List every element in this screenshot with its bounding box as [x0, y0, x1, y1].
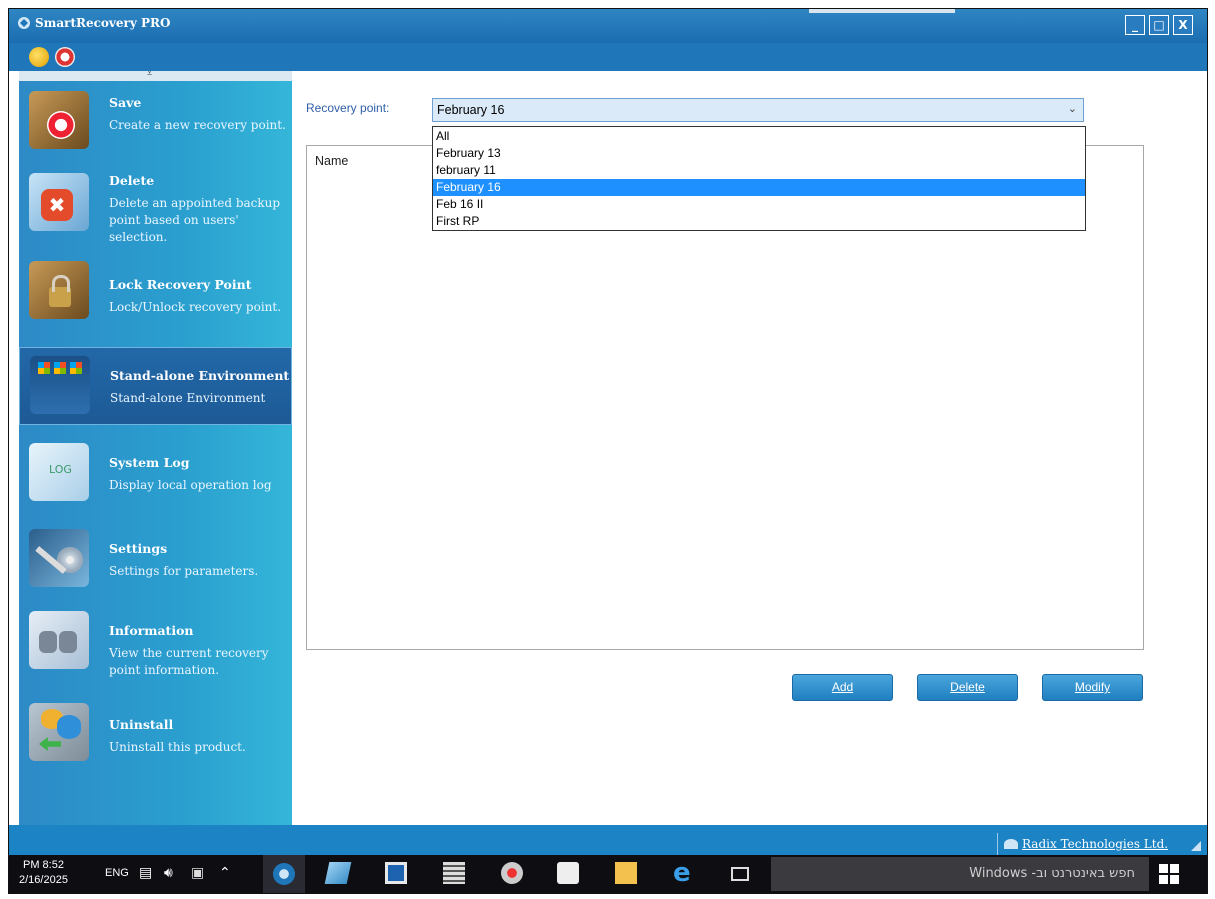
sidebar-item-desc: View the current recovery point informat…: [109, 646, 269, 677]
sidebar-item-desc: Lock/Unlock recovery point.: [109, 300, 282, 314]
app-logo-icon: [18, 17, 30, 29]
taskbar: PM 8:52 2/16/2025 ENG ▤ 🔊︎ ▣ ⌃ e חפש באי…: [9, 855, 1207, 893]
splitter-arrow-icon: ⩡: [147, 69, 153, 79]
radix-logo-icon: [1004, 838, 1018, 849]
dropdown-option-february-11[interactable]: february 11: [433, 162, 1085, 179]
taskbar-window-icon[interactable]: [385, 862, 407, 884]
sidebar-item-information[interactable]: Information View the current recovery po…: [19, 605, 292, 693]
restore-button[interactable]: □: [1149, 15, 1169, 35]
uninstall-icon: [29, 703, 89, 761]
taskbar-app-icon[interactable]: [324, 862, 352, 884]
sidebar-item-title: Stand-alone Environment: [110, 368, 290, 383]
windows-start-icon[interactable]: [1159, 864, 1179, 884]
sidebar-item-desc: Display local operation log: [109, 478, 272, 492]
status-bar: Radix Technologies Ltd.: [9, 825, 1207, 855]
language-indicator[interactable]: ENG: [105, 867, 129, 879]
sidebar-item-desc: Uninstall this product.: [109, 740, 246, 754]
chevron-down-icon[interactable]: ⌄: [1068, 102, 1077, 115]
app-title: SmartRecovery PRO: [35, 16, 171, 30]
clock-time: PM 8:52: [22, 859, 64, 871]
toolbar: [9, 43, 1207, 71]
sidebar-splitter[interactable]: ⩡: [19, 69, 292, 81]
dropdown-option-february-16[interactable]: February 16: [433, 179, 1085, 196]
chevron-up-icon[interactable]: ⌃: [219, 865, 231, 881]
task-view-icon[interactable]: [731, 867, 749, 881]
screen: SmartRecovery PRO _ □ X ⩡ Save Create a …: [8, 8, 1208, 894]
taskbar-document-icon[interactable]: [443, 862, 465, 884]
title-drag-handle[interactable]: [809, 9, 955, 13]
sidebar-item-title: System Log: [109, 455, 190, 470]
resize-grip[interactable]: [1191, 841, 1201, 851]
dropdown-option-all[interactable]: All: [433, 128, 1085, 145]
sidebar-item-title: Information: [109, 623, 194, 638]
recovery-point-label: Recovery point:: [306, 101, 390, 115]
taskbar-app-smartrecovery[interactable]: [263, 855, 305, 893]
sidebar-item-save[interactable]: Save Create a new recovery point.: [19, 85, 292, 155]
company-link-area: Radix Technologies Ltd.: [997, 833, 1168, 855]
sidebar-item-desc: Create a new recovery point.: [109, 118, 286, 132]
store-icon[interactable]: [557, 862, 579, 884]
taskbar-search-box[interactable]: חפש באינטרנט וב- Windows: [771, 857, 1149, 891]
delete-icon: ✖: [29, 173, 89, 231]
log-folder-icon: LOG: [29, 443, 89, 501]
close-button[interactable]: X: [1173, 15, 1193, 35]
sidebar: ⩡ Save Create a new recovery point. ✖ De…: [19, 69, 292, 825]
recovery-point-select[interactable]: February 16 ⌄: [432, 98, 1084, 122]
dropdown-option-february-13[interactable]: February 13: [433, 145, 1085, 162]
title-bar[interactable]: SmartRecovery PRO _ □ X: [9, 9, 1207, 43]
sidebar-item-settings[interactable]: Settings Settings for parameters.: [19, 523, 292, 601]
sidebar-item-title: Uninstall: [109, 717, 174, 732]
modify-button[interactable]: Modify: [1042, 674, 1143, 701]
dropdown-option-first-rp[interactable]: First RP: [433, 213, 1085, 230]
dropdown-option-feb-16-ii[interactable]: Feb 16 II: [433, 196, 1085, 213]
sidebar-item-delete[interactable]: ✖ Delete Delete an appointed backup poin…: [19, 161, 292, 249]
sidebar-item-title: Delete: [109, 173, 155, 188]
clock-date: 2/16/2025: [19, 874, 68, 886]
lifebuoy-icon[interactable]: [55, 47, 75, 67]
delete-button[interactable]: Delete: [917, 674, 1018, 701]
sidebar-item-desc: Delete an appointed backup point based o…: [109, 196, 281, 244]
lock-icon: [29, 261, 89, 319]
taskbar-tool-icon[interactable]: [501, 862, 523, 884]
main-panel: Recovery point: February 16 ⌄ All Februa…: [292, 71, 1202, 825]
sidebar-item-desc: Stand-alone Environment: [110, 391, 266, 405]
tools-icon: [29, 529, 89, 587]
recovery-point-select-value: February 16: [437, 103, 505, 117]
taskbar-clock[interactable]: PM 8:52 2/16/2025: [19, 858, 68, 888]
sidebar-item-title: Settings: [109, 541, 168, 556]
sidebar-item-desc: Settings for parameters.: [109, 564, 259, 578]
binoculars-icon: [29, 611, 89, 669]
sidebar-item-lock-recovery-point[interactable]: Lock Recovery Point Lock/Unlock recovery…: [19, 255, 292, 337]
recovery-point-dropdown-list[interactable]: All February 13 february 11 February 16 …: [432, 126, 1086, 231]
help-bulb-icon[interactable]: [29, 47, 49, 67]
company-link[interactable]: Radix Technologies Ltd.: [1022, 837, 1168, 851]
sidebar-item-title: Save: [109, 95, 142, 110]
taskbar-search-placeholder: חפש באינטרנט וב- Windows: [969, 866, 1135, 881]
lifebuoy-icon: [29, 91, 89, 149]
sidebar-item-uninstall[interactable]: Uninstall Uninstall this product.: [19, 697, 292, 777]
notification-icon[interactable]: ▤: [139, 865, 152, 881]
windows-computer-icon: [30, 356, 90, 414]
sidebar-item-title: Lock Recovery Point: [109, 277, 252, 292]
minimize-button[interactable]: _: [1125, 15, 1145, 35]
volume-icon[interactable]: 🔊︎: [164, 865, 173, 881]
edge-icon[interactable]: e: [673, 860, 695, 886]
sidebar-item-stand-alone-environment[interactable]: Stand-alone Environment Stand-alone Envi…: [19, 347, 292, 425]
file-explorer-icon[interactable]: [615, 862, 637, 884]
add-button[interactable]: Add: [792, 674, 893, 701]
network-icon[interactable]: ▣: [191, 865, 204, 881]
column-header-name[interactable]: Name: [315, 154, 348, 168]
sidebar-item-system-log[interactable]: LOG System Log Display local operation l…: [19, 437, 292, 517]
